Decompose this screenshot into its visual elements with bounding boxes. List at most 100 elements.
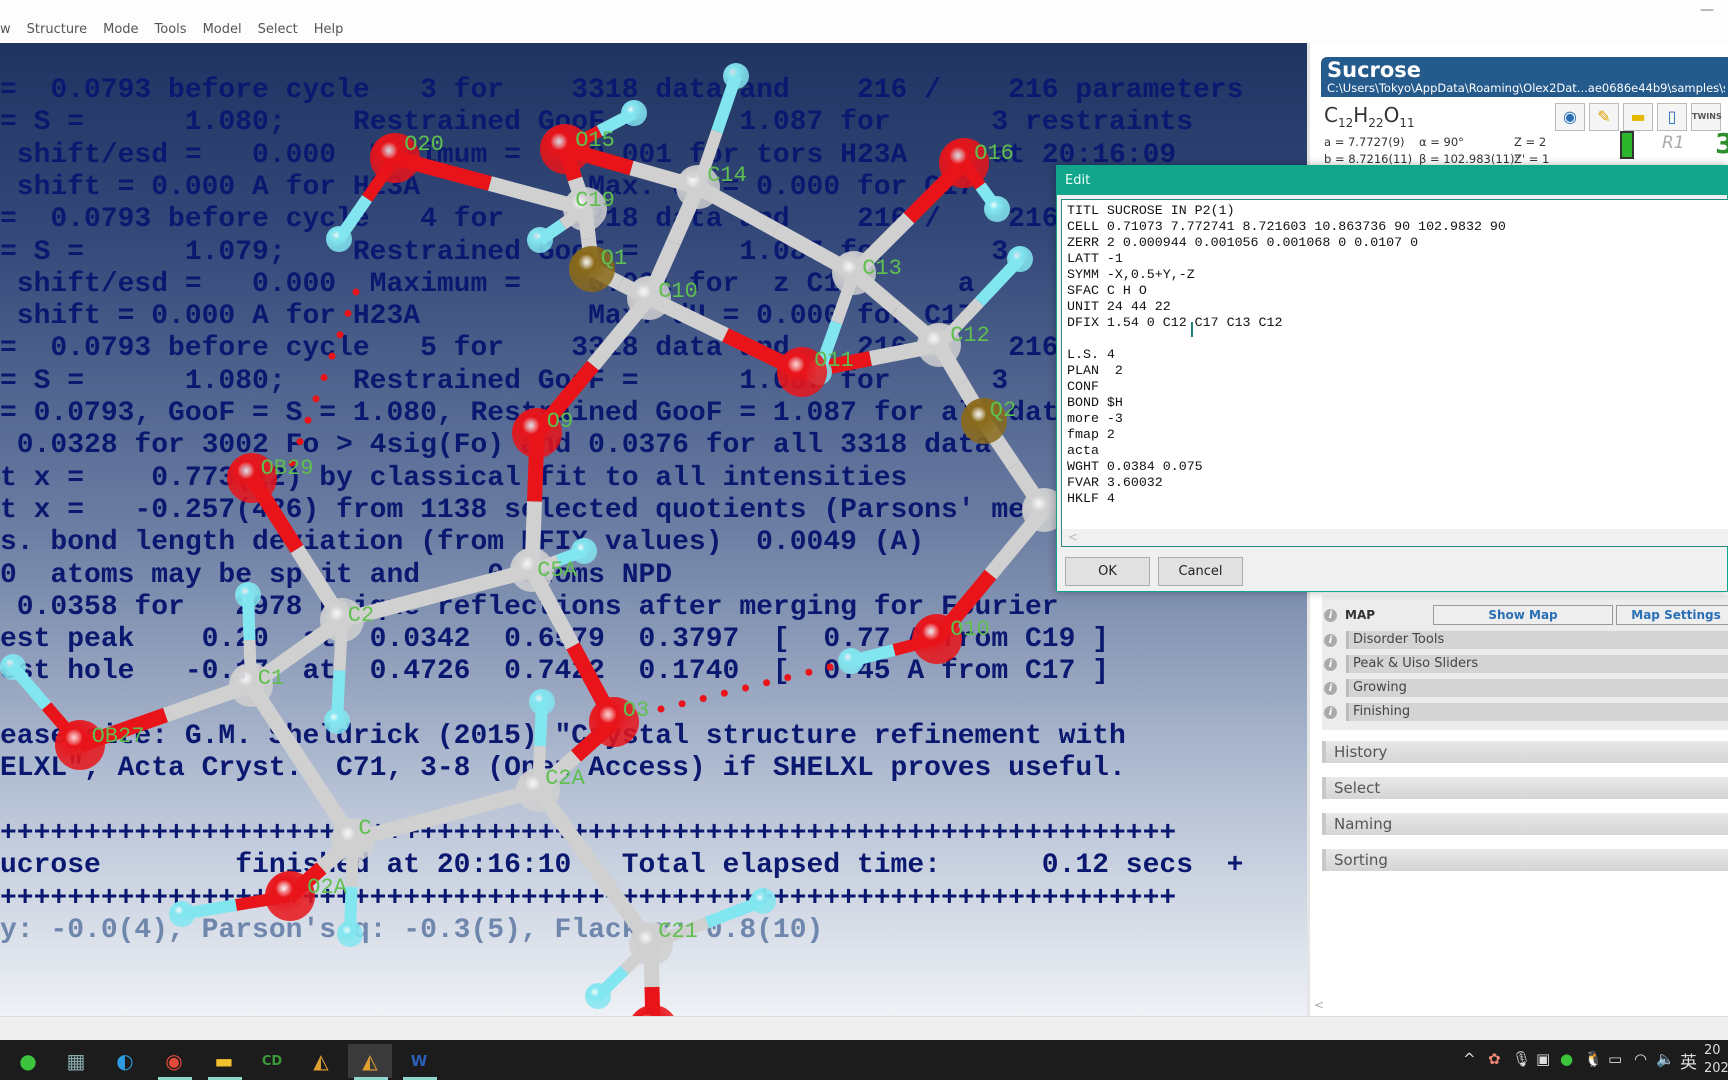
formula-c: C bbox=[1324, 103, 1338, 127]
chemdraw-icon[interactable]: CD bbox=[250, 1044, 294, 1078]
hydrogen-bond-dot bbox=[657, 705, 665, 713]
editor-line: DFIX 1.54 0 C12 C17 C13 C12 bbox=[1067, 315, 1283, 330]
atom-label: O11 bbox=[814, 348, 854, 373]
pencil-icon[interactable]: ✎ bbox=[1589, 103, 1619, 131]
section-history[interactable]: History bbox=[1322, 741, 1728, 763]
menu-select[interactable]: Select bbox=[258, 22, 298, 37]
tool-growing[interactable]: Growing bbox=[1346, 679, 1728, 697]
atom-label: O15 bbox=[575, 128, 615, 153]
olex2-icon[interactable]: ◭ bbox=[299, 1044, 343, 1078]
hydrogen-bond-dot bbox=[826, 663, 834, 671]
atom-hob[interactable] bbox=[0, 654, 26, 680]
atom-h21b[interactable] bbox=[585, 983, 611, 1009]
atom-label: C12 bbox=[950, 323, 990, 348]
atom-h21a[interactable] bbox=[750, 888, 776, 914]
atom-h16[interactable] bbox=[984, 196, 1010, 222]
olex2-icon-active[interactable]: ◭ bbox=[348, 1044, 392, 1080]
formula-c-count: 12 bbox=[1337, 116, 1354, 130]
info-icon[interactable]: i bbox=[1324, 658, 1337, 671]
chemical-formula: C12H22O11 bbox=[1324, 103, 1415, 130]
dialog-title: Edit bbox=[1057, 166, 1727, 195]
section-naming[interactable]: Naming bbox=[1322, 813, 1728, 835]
tray-wechat-icon[interactable]: ● bbox=[1560, 1050, 1573, 1068]
clock[interactable]: 20 202 bbox=[1704, 1042, 1728, 1078]
tool-disorder-tools[interactable]: Disorder Tools bbox=[1346, 631, 1728, 649]
tool-peak-uiso-sliders[interactable]: Peak & Uiso Sliders bbox=[1346, 655, 1728, 673]
section-sorting[interactable]: Sorting bbox=[1322, 849, 1728, 871]
volume-icon[interactable]: 🔈 bbox=[1656, 1050, 1675, 1068]
info-icon[interactable]: i bbox=[1324, 706, 1337, 719]
hydrogen-bond-dot bbox=[328, 352, 336, 360]
atom-h2a[interactable] bbox=[235, 582, 261, 608]
wechat-icon[interactable]: ● bbox=[6, 1044, 50, 1078]
hydrogen-bond-dot bbox=[296, 438, 304, 446]
info-icon[interactable]: i bbox=[1324, 634, 1337, 647]
horizontal-scrollbar[interactable]: < bbox=[1062, 529, 1728, 546]
edge-icon[interactable]: ◐ bbox=[103, 1044, 147, 1078]
info-icon[interactable]: i bbox=[1324, 682, 1337, 695]
atom-label: C1 bbox=[258, 666, 284, 691]
editor-line: SYMM -X,0.5+Y,-Z bbox=[1067, 267, 1195, 282]
chrome-icon[interactable]: ◉ bbox=[152, 1044, 196, 1080]
wifi-icon[interactable]: ◠ bbox=[1634, 1050, 1647, 1068]
atom-label: O16 bbox=[974, 141, 1014, 166]
scroll-left-icon[interactable]: < bbox=[1314, 998, 1324, 1012]
screen-icon[interactable]: ▣ bbox=[1536, 1050, 1550, 1068]
show-map-button[interactable]: Show Map bbox=[1433, 605, 1613, 625]
atom-h2a[interactable] bbox=[529, 689, 555, 715]
menu-view[interactable]: w bbox=[0, 22, 11, 37]
word-icon[interactable]: W bbox=[397, 1044, 441, 1080]
atom-ho2[interactable] bbox=[169, 901, 195, 927]
folder-icon[interactable]: ▬ bbox=[1623, 103, 1653, 131]
tray-chevron-up-icon[interactable]: ^ bbox=[1463, 1050, 1476, 1068]
menu-structure[interactable]: Structure bbox=[27, 22, 87, 37]
atom-h2b[interactable] bbox=[324, 708, 350, 734]
atom-h14[interactable] bbox=[723, 63, 749, 89]
r1-value: 3 bbox=[1715, 127, 1728, 160]
atom-od[interactable] bbox=[628, 1005, 678, 1016]
menu-bar: w Structure Mode Tools Model Select Help bbox=[0, 22, 359, 37]
formula-o-count: 11 bbox=[1399, 116, 1415, 130]
notepad-icon[interactable]: ▯ bbox=[1657, 103, 1687, 131]
minimize-button[interactable]: — bbox=[1700, 2, 1714, 18]
calculator-icon[interactable]: ▦ bbox=[54, 1044, 98, 1078]
atom-h15[interactable] bbox=[621, 100, 647, 126]
tray-app-icon[interactable]: ✿ bbox=[1488, 1050, 1501, 1068]
file-explorer-icon[interactable]: ▬ bbox=[202, 1044, 246, 1080]
edit-structure-icon[interactable]: ◉ bbox=[1555, 103, 1585, 131]
map-label: MAP bbox=[1345, 608, 1376, 622]
qq-icon[interactable]: 🐧 bbox=[1584, 1050, 1603, 1068]
structure-header: Sucrose C:\Users\Tokyo\AppData\Roaming\O… bbox=[1321, 57, 1728, 97]
battery-tray-icon[interactable]: ▭ bbox=[1608, 1050, 1622, 1068]
edit-dialog: Edit TITL SUCROSE IN P2(1) CELL 0.71073 7… bbox=[1056, 165, 1728, 592]
menu-help[interactable]: Help bbox=[314, 22, 344, 37]
atom-h10[interactable] bbox=[838, 648, 864, 674]
formula-o: O bbox=[1383, 103, 1400, 127]
ins-file-editor[interactable]: TITL SUCROSE IN P2(1) CELL 0.71073 7.7727… bbox=[1061, 199, 1728, 547]
atom-h20[interactable] bbox=[326, 226, 352, 252]
cancel-button[interactable]: Cancel bbox=[1158, 557, 1243, 586]
atom-hc[interactable] bbox=[337, 921, 363, 947]
tool-finishing[interactable]: Finishing bbox=[1346, 703, 1728, 721]
editor-text[interactable]: TITL SUCROSE IN P2(1) CELL 0.71073 7.7727… bbox=[1067, 203, 1506, 507]
cell-alpha: α = 90° bbox=[1419, 135, 1464, 149]
editor-line: CONF bbox=[1067, 379, 1099, 394]
editor-line: BOND $H bbox=[1067, 395, 1123, 410]
hydrogen-bond-dot bbox=[352, 288, 360, 296]
atom-h12[interactable] bbox=[1007, 246, 1033, 272]
info-icon[interactable]: i bbox=[1324, 609, 1337, 622]
hydrogen-bond-dot bbox=[699, 695, 707, 702]
section-select[interactable]: Select bbox=[1322, 777, 1728, 799]
atom-label: Q2 bbox=[990, 398, 1016, 423]
menu-tools[interactable]: Tools bbox=[155, 22, 187, 37]
menu-model[interactable]: Model bbox=[203, 22, 242, 37]
ime-indicator[interactable]: 英 bbox=[1680, 1048, 1697, 1073]
cell-beta: β = 102.983(11)° bbox=[1419, 152, 1521, 166]
editor-line: WGHT 0.0384 0.075 bbox=[1067, 459, 1203, 474]
menu-mode[interactable]: Mode bbox=[103, 22, 138, 37]
microphone-icon[interactable]: 🎙 bbox=[1512, 1050, 1531, 1068]
map-settings-button[interactable]: Map Settings bbox=[1616, 605, 1728, 625]
ok-button[interactable]: OK bbox=[1065, 557, 1150, 586]
atom-h19[interactable] bbox=[527, 227, 553, 253]
